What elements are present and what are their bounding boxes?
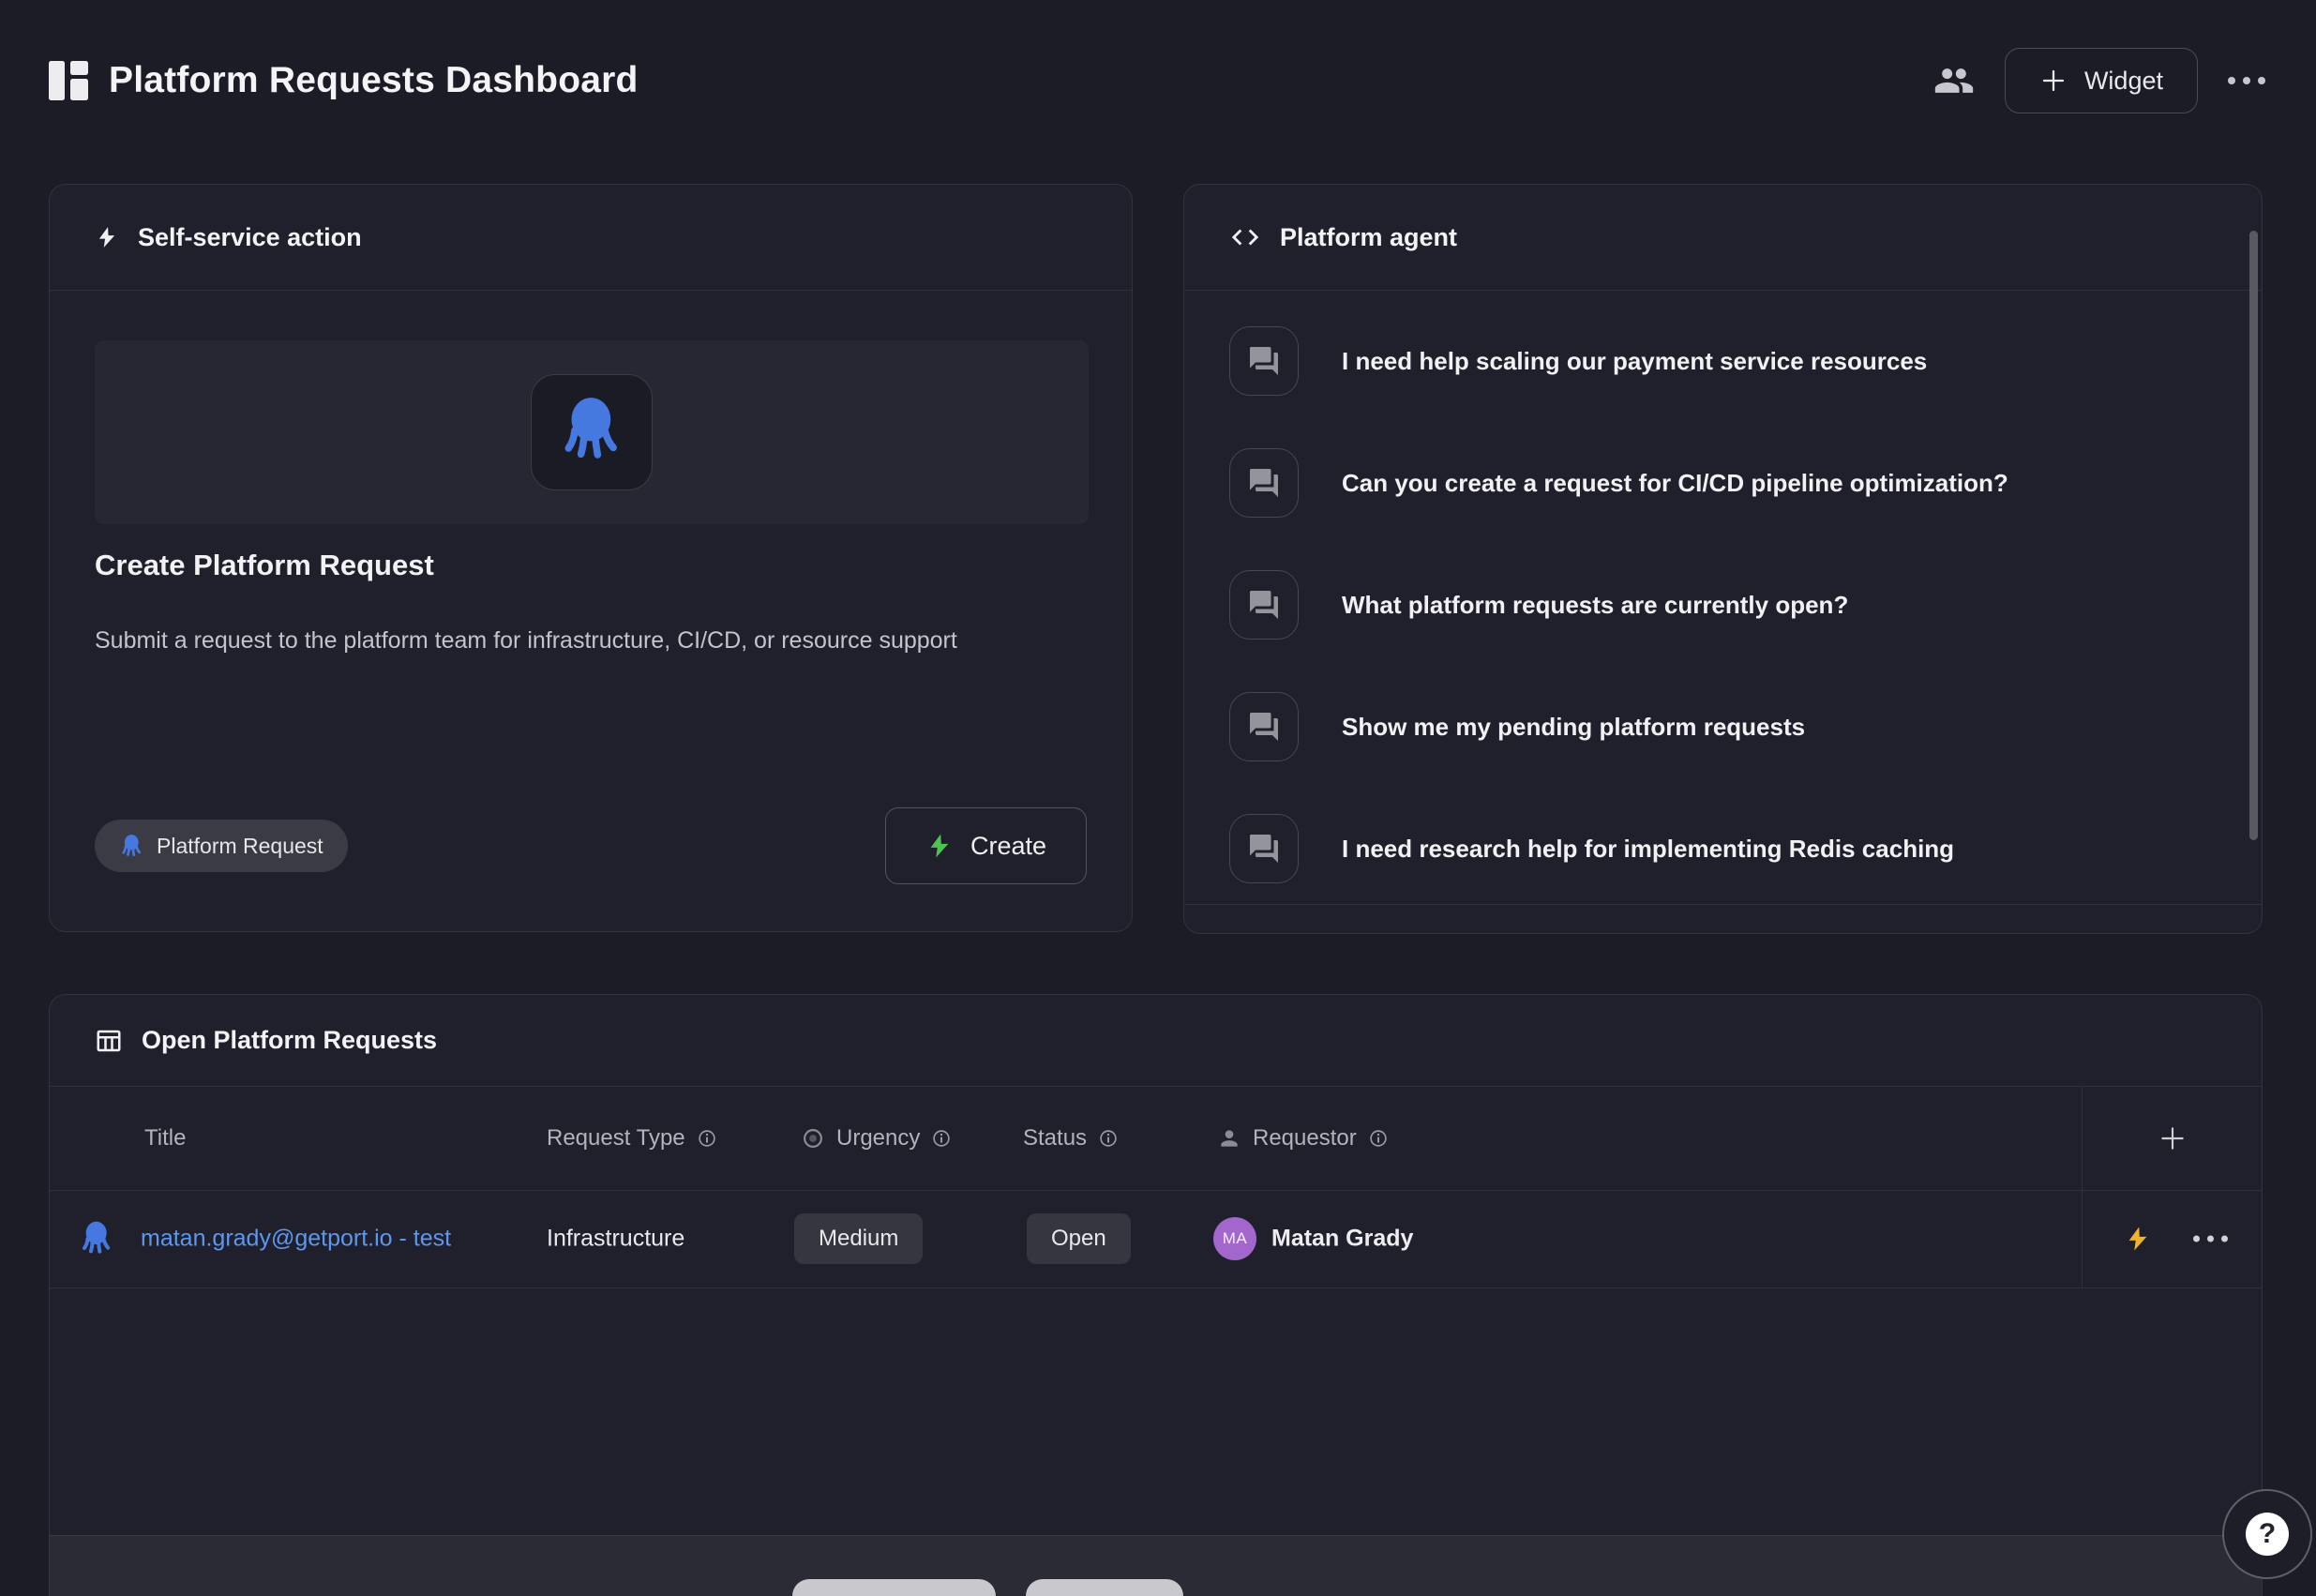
open-platform-requests-card: Open Platform Requests Title Request Typ…	[49, 994, 2263, 1596]
table-row: matan.grady@getport.io - test Infrastruc…	[50, 1190, 2262, 1288]
chat-bubble-icon[interactable]	[1229, 692, 1299, 761]
info-icon[interactable]	[697, 1128, 717, 1149]
column-header-status[interactable]: Status	[1023, 1125, 1119, 1152]
chat-bubble-icon[interactable]	[1229, 326, 1299, 396]
requestor-avatar: MA	[1213, 1217, 1256, 1260]
action-title: Create Platform Request	[95, 549, 434, 582]
create-button[interactable]: Create	[885, 807, 1087, 884]
agent-suggestion-text: Can you create a request for CI/CD pipel…	[1342, 469, 2008, 498]
action-logo-tile	[531, 374, 653, 490]
bolt-icon	[925, 832, 954, 860]
horizontal-scrollbar-thumb[interactable]	[792, 1579, 996, 1596]
question-mark-icon: ?	[2246, 1513, 2289, 1556]
info-icon[interactable]	[1368, 1128, 1389, 1149]
table-footer	[50, 1535, 2262, 1596]
agent-suggestion-text: What platform requests are currently ope…	[1342, 591, 1848, 620]
add-widget-button[interactable]: Widget	[2005, 48, 2198, 113]
people-icon[interactable]	[1933, 60, 1975, 101]
action-banner	[95, 340, 1089, 524]
topbar: Platform Requests Dashboard Widget	[49, 34, 2265, 128]
column-label: Request Type	[547, 1125, 685, 1152]
octopus-icon	[78, 1220, 115, 1257]
status-badge: Open	[1027, 1213, 1131, 1264]
table-icon	[95, 1027, 123, 1055]
run-action-bolt-icon[interactable]	[2124, 1225, 2152, 1253]
person-icon	[1217, 1126, 1241, 1151]
bolt-icon	[95, 225, 119, 249]
add-widget-label: Widget	[2084, 67, 2163, 96]
row-title-link[interactable]: matan.grady@getport.io - test	[141, 1226, 451, 1253]
column-header-requestor[interactable]: Requestor	[1217, 1125, 1389, 1152]
action-description: Submit a request to the platform team fo…	[95, 622, 957, 660]
add-column-button[interactable]	[2082, 1087, 2263, 1190]
platform-requests-dashboard: Platform Requests Dashboard Widget Self-…	[0, 0, 2316, 1596]
self-service-card-title: Self-service action	[138, 223, 362, 252]
chat-bubble-icon[interactable]	[1229, 570, 1299, 640]
chat-bubble-icon[interactable]	[1229, 448, 1299, 518]
page-title-group: Platform Requests Dashboard	[49, 60, 639, 101]
agent-suggestion-item[interactable]: I need help scaling our payment service …	[1229, 300, 2262, 422]
agent-suggestion-item[interactable]: What platform requests are currently ope…	[1229, 544, 2262, 666]
platform-agent-card: Platform agent I need help scaling our p…	[1183, 184, 2263, 934]
column-header-request-type[interactable]: Request Type	[547, 1125, 717, 1152]
page-title: Platform Requests Dashboard	[109, 60, 639, 101]
octopus-icon	[119, 834, 144, 859]
chat-bubble-icon[interactable]	[1229, 814, 1299, 883]
column-label: Requestor	[1253, 1125, 1357, 1152]
info-icon[interactable]	[1098, 1128, 1119, 1149]
topbar-actions: Widget	[1933, 48, 2265, 113]
column-header-urgency[interactable]: Urgency	[801, 1125, 952, 1152]
radio-button-icon	[801, 1126, 825, 1151]
info-icon[interactable]	[931, 1128, 952, 1149]
plus-icon	[2039, 67, 2068, 95]
agent-suggestion-text: Show me my pending platform requests	[1342, 713, 1805, 742]
urgency-badge: Medium	[794, 1213, 923, 1264]
octopus-icon	[556, 395, 627, 471]
agent-suggestion-item[interactable]: Can you create a request for CI/CD pipel…	[1229, 422, 2262, 544]
agent-suggestion-text: I need help scaling our payment service …	[1342, 347, 1927, 376]
self-service-card-header: Self-service action	[50, 185, 1132, 291]
horizontal-scrollbar-thumb[interactable]	[1026, 1579, 1183, 1596]
table-card-title: Open Platform Requests	[142, 1026, 437, 1055]
agent-suggestion-item[interactable]: I need research help for implementing Re…	[1229, 788, 2262, 905]
page-menu-ellipsis-icon[interactable]	[2228, 77, 2265, 84]
platform-agent-card-header: Platform agent	[1184, 185, 2262, 291]
requestor-name: Matan Grady	[1271, 1226, 1413, 1253]
agent-suggestion-text: I need research help for implementing Re…	[1342, 835, 1954, 864]
platform-agent-card-title: Platform agent	[1280, 223, 1457, 252]
agent-suggestion-item[interactable]: Show me my pending platform requests	[1229, 666, 2262, 788]
column-label: Urgency	[836, 1125, 920, 1152]
create-button-label: Create	[970, 832, 1046, 861]
agent-suggestion-list: I need help scaling our payment service …	[1184, 291, 2262, 905]
self-service-action-card: Self-service action Create	[49, 184, 1133, 932]
table-card-header: Open Platform Requests	[50, 995, 2262, 1087]
vertical-scrollbar-thumb[interactable]	[2249, 231, 2258, 840]
row-request-type: Infrastructure	[547, 1226, 684, 1253]
help-button[interactable]: ?	[2222, 1489, 2312, 1579]
table-header-row: Title Request Type Urgency Status	[50, 1087, 2262, 1191]
self-service-footer: Platform Request Create	[95, 807, 1087, 884]
code-icon	[1229, 221, 1261, 253]
column-label: Status	[1023, 1125, 1087, 1152]
column-header-title[interactable]: Title	[144, 1125, 186, 1152]
platform-request-chip[interactable]: Platform Request	[95, 820, 348, 872]
platform-request-chip-label: Platform Request	[157, 834, 323, 859]
row-menu-ellipsis-icon[interactable]	[2193, 1236, 2228, 1242]
dashboard-icon	[49, 61, 88, 100]
column-label: Title	[144, 1125, 186, 1152]
